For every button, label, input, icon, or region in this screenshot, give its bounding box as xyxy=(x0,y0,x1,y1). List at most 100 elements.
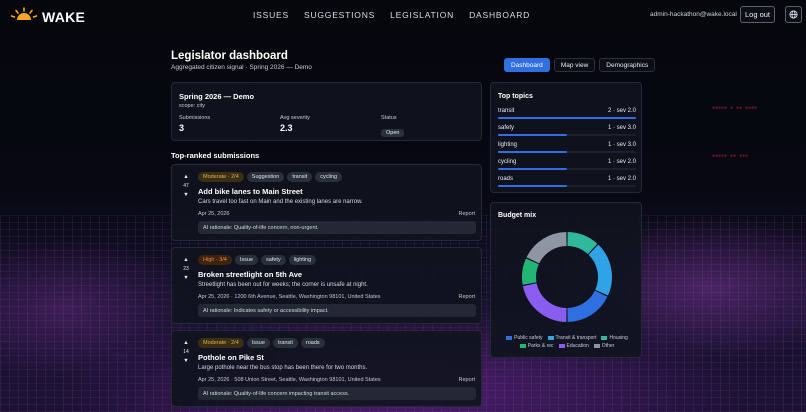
nav-suggestions[interactable]: SUGGESTIONS xyxy=(304,10,375,20)
downvote-icon[interactable]: ▼ xyxy=(181,192,191,199)
view-tabs: Dashboard Map view Demographics xyxy=(504,58,656,72)
topic-name: roads xyxy=(498,176,514,182)
donut-slice-housing[interactable] xyxy=(567,232,598,255)
ai-rationale: AI rationale: Indicates safety or access… xyxy=(198,304,476,317)
legend-item[interactable]: Education xyxy=(558,343,589,349)
legend-item[interactable]: Transit & transport xyxy=(547,335,597,341)
legend-label: Education xyxy=(566,343,589,349)
logout-button[interactable]: Log out xyxy=(740,6,775,23)
topics-title: Top topics xyxy=(498,93,533,100)
tag: safety xyxy=(261,255,286,265)
severity-badge: High · 3/4 xyxy=(198,255,232,265)
vote-control: ▲ 14 ▼ xyxy=(181,340,191,365)
topic-item: safety 1 · sev 3.0 xyxy=(498,125,636,136)
topic-bar xyxy=(498,117,636,119)
tab-dashboard[interactable]: Dashboard xyxy=(504,58,550,72)
topic-stat: 1 · sev 2.0 xyxy=(607,176,636,182)
legend-label: Parks & rec xyxy=(527,343,554,349)
stat-submissions: Submissions 3 xyxy=(179,115,210,133)
topic-name: transit xyxy=(498,108,515,114)
legend-label: Transit & transport xyxy=(555,335,597,341)
submission-meta: Apr 25, 2026 · 1200 6th Avenue, Seattle,… xyxy=(198,294,381,300)
stat-avg-severity: Avg severity 2.3 xyxy=(280,115,310,133)
stat-value: 3 xyxy=(179,123,185,133)
report-link[interactable]: Report xyxy=(458,294,475,300)
top-topics-card: Top topics transit 2 · sev 2.0 safety 1 · … xyxy=(490,82,642,193)
upvote-icon[interactable]: ▲ xyxy=(181,174,191,181)
donut-slice-other[interactable] xyxy=(526,232,567,264)
user-email: admin-hackathon@wake.local xyxy=(650,11,737,18)
topic-item: lighting 1 · sev 3.0 xyxy=(498,142,636,153)
language-button[interactable] xyxy=(785,6,802,23)
tag-list: Moderate · 2/4 Suggestion transit cyclin… xyxy=(198,172,343,182)
budget-mix-card: Budget mix Public safety Transit & trans… xyxy=(490,202,642,358)
topic-bar-track xyxy=(498,134,636,136)
app: WAKE ISSUES SUGGESTIONS LEGISLATION DASH… xyxy=(0,0,806,412)
submission-title[interactable]: Pothole on Pike St xyxy=(198,353,264,362)
report-link[interactable]: Report xyxy=(458,211,475,217)
tab-map-view[interactable]: Map view xyxy=(553,58,596,72)
legend-item[interactable]: Parks & rec xyxy=(519,343,554,349)
logo[interactable]: WAKE xyxy=(10,7,85,26)
vote-count: 47 xyxy=(183,183,189,189)
vote-count: 14 xyxy=(183,349,189,355)
cycle-title: Spring 2026 — Demo xyxy=(179,92,255,101)
topic-stat: 2 · sev 2.0 xyxy=(607,108,636,114)
upvote-icon[interactable]: ▲ xyxy=(181,340,191,347)
submission-title[interactable]: Add bike lanes to Main Street xyxy=(198,187,303,196)
severity-badge: Moderate · 2/4 xyxy=(198,338,244,348)
tag: Issue xyxy=(234,255,259,265)
tag: roads xyxy=(300,338,325,348)
legend-label: Other xyxy=(601,343,615,349)
topic-item: cycling 1 · sev 2.0 xyxy=(498,159,636,170)
legend-item[interactable]: Other xyxy=(593,343,615,349)
ai-rationale: AI rationale: Quality-of-life concern, n… xyxy=(198,221,476,234)
tag: transit xyxy=(287,172,313,182)
topic-bar-track xyxy=(498,168,636,170)
nav-issues[interactable]: ISSUES xyxy=(253,10,289,20)
submission-description: Cars travel too fast on Main and the exi… xyxy=(198,199,363,205)
downvote-icon[interactable]: ▼ xyxy=(181,358,191,365)
topic-name: safety xyxy=(498,125,515,131)
stat-label: Submissions xyxy=(179,115,211,121)
downvote-icon[interactable]: ▼ xyxy=(181,275,191,282)
topic-name: cycling xyxy=(498,159,517,165)
vote-count: 23 xyxy=(183,266,189,272)
topic-bar xyxy=(498,168,567,170)
tab-demographics[interactable]: Demographics xyxy=(599,58,656,72)
submission-card[interactable]: ▲ 14 ▼ Moderate · 2/4 Issue transit road… xyxy=(171,330,482,407)
stat-label: Status xyxy=(381,115,397,121)
tag: Issue xyxy=(246,338,270,348)
legend-swatch xyxy=(519,344,526,348)
brand-name: WAKE xyxy=(42,8,86,25)
upvote-icon[interactable]: ▲ xyxy=(181,257,191,264)
stat-value: 2.3 xyxy=(280,123,293,133)
page-title: Legislator dashboard xyxy=(171,50,288,62)
topic-stat: 1 · sev 2.0 xyxy=(607,159,636,165)
vote-control: ▲ 23 ▼ xyxy=(181,257,191,282)
nav-dashboard[interactable]: DASHBOARD xyxy=(469,10,530,20)
donut-slice-education[interactable] xyxy=(522,282,567,322)
nav-legislation[interactable]: LEGISLATION xyxy=(390,10,454,20)
ai-rationale: AI rationale: Quality-of-life concern im… xyxy=(198,387,476,400)
tag: transit xyxy=(272,338,298,348)
legend-item[interactable]: Public safety xyxy=(506,335,543,341)
donut-slice-parks-rec[interactable] xyxy=(522,258,539,285)
tag: cycling xyxy=(315,172,343,182)
budget-donut-chart xyxy=(522,232,612,322)
donut-slice-transit-transport[interactable] xyxy=(588,244,612,296)
main-nav: ISSUES SUGGESTIONS LEGISLATION DASHBOARD xyxy=(253,10,530,20)
section-title-submissions: Top-ranked submissions xyxy=(171,151,260,160)
report-link[interactable]: Report xyxy=(458,377,475,383)
submission-card[interactable]: ▲ 23 ▼ High · 3/4 Issue safety lighting … xyxy=(171,247,482,324)
legend-swatch xyxy=(547,336,554,340)
tag-list: Moderate · 2/4 Issue transit roads xyxy=(198,338,325,348)
donut-slice-public-safety[interactable] xyxy=(567,290,608,322)
cycle-summary-card: Spring 2026 — Demo scope: city Submissio… xyxy=(171,82,482,141)
legend-label: Public safety xyxy=(514,335,543,341)
severity-badge: Moderate · 2/4 xyxy=(198,172,244,182)
submission-card[interactable]: ▲ 47 ▼ Moderate · 2/4 Suggestion transit… xyxy=(171,164,482,241)
legend-item[interactable]: Housing xyxy=(601,335,628,341)
submission-title[interactable]: Broken streetlight on 5th Ave xyxy=(198,270,302,279)
legend-swatch xyxy=(558,344,565,348)
